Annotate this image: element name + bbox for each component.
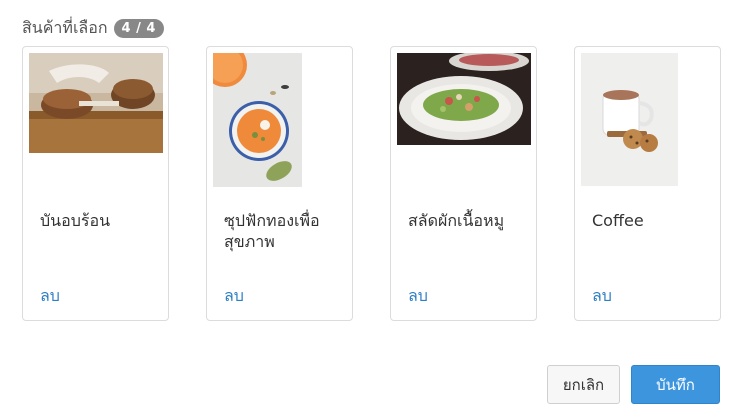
product-image [581,53,678,186]
dialog-footer: ยกเลิก บันทึก [547,365,720,404]
product-name: สลัดผักเนื้อหมู [408,211,505,230]
product-image [397,53,531,145]
remove-product-button[interactable]: ลบ [408,284,428,309]
product-card: ซุปฟักทองเพื่อสุขภาพ ลบ [206,46,353,321]
selected-count-badge: 4 / 4 [113,18,164,38]
selected-products-title: สินค้าที่เลือก [22,17,108,37]
remove-product-button[interactable]: ลบ [224,284,244,309]
product-image [213,53,302,187]
cancel-button[interactable]: ยกเลิก [547,365,620,404]
product-name: Coffee [592,211,644,230]
product-card: Coffee ลบ [574,46,721,321]
remove-product-button[interactable]: ลบ [40,284,60,309]
product-name: บันอบร้อน [40,211,110,230]
product-image [29,53,163,153]
save-button[interactable]: บันทึก [631,365,720,404]
product-card: บันอบร้อน ลบ [22,46,169,321]
remove-product-button[interactable]: ลบ [592,284,612,309]
product-name: ซุปฟักทองเพื่อสุขภาพ [224,211,320,251]
product-card: สลัดผักเนื้อหมู ลบ [390,46,537,321]
selected-products-header: สินค้าที่เลือก 4 / 4 [22,16,164,40]
